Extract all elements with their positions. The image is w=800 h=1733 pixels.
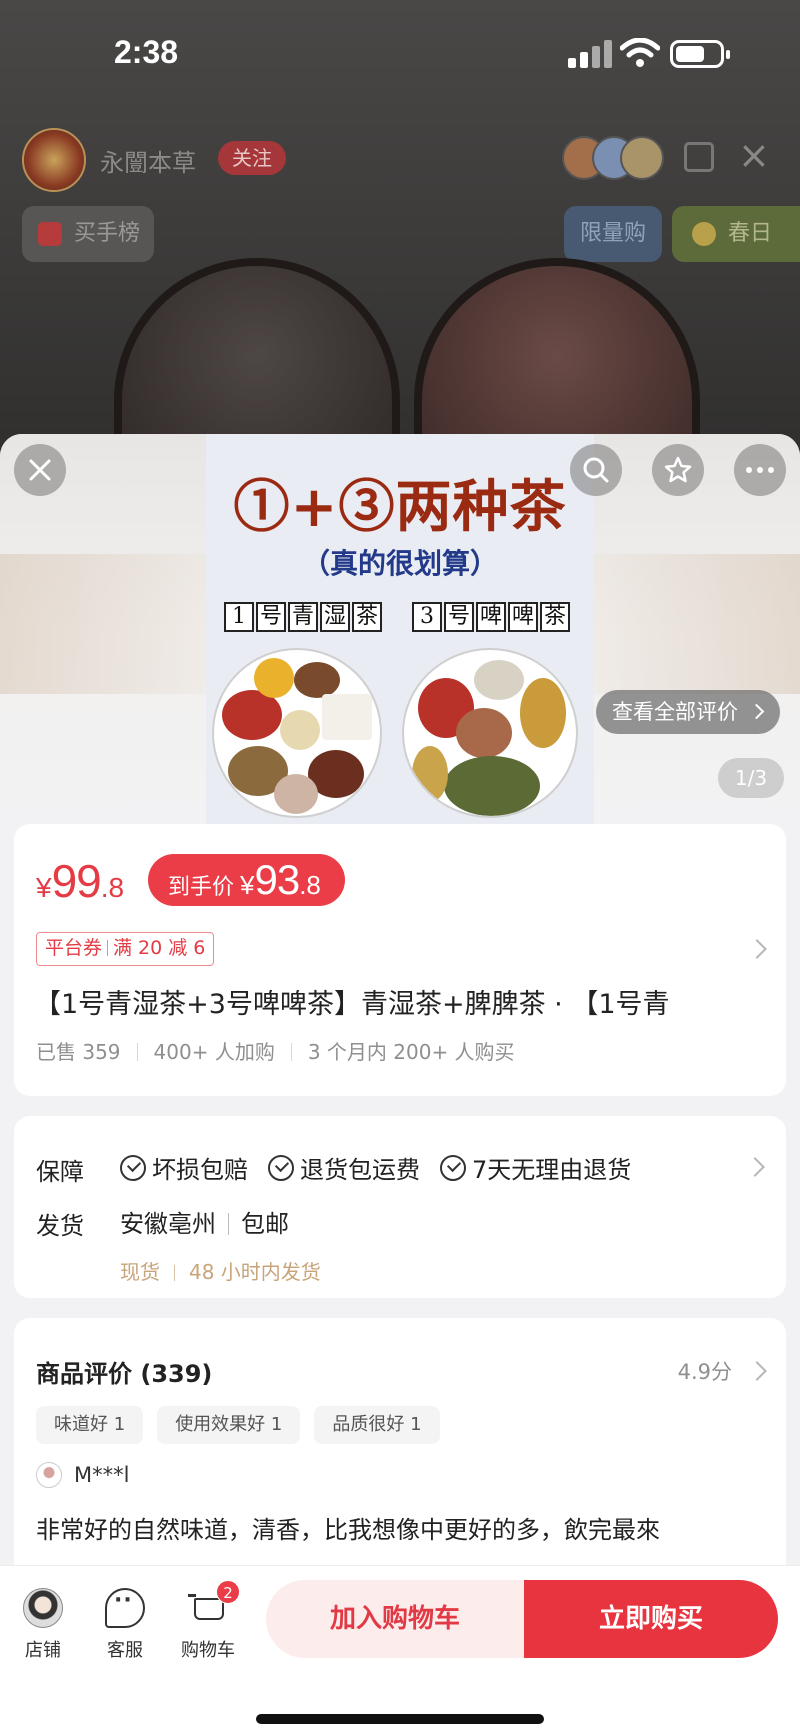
price-card: ¥99.8 到手价 ¥93.8 平台券满 20 减 6 【1号青湿茶+3号啤啤茶】…: [14, 824, 786, 1096]
gallery-page-indicator: 1/3: [718, 758, 784, 798]
shipping-info: 安徽亳州 包邮: [120, 1210, 289, 1238]
product-sheet: ①+③两种茶 （真的很划算） 1号青湿茶 3号啤啤茶 查看全部评价 1/3 ¥9…: [0, 434, 800, 1733]
product-title: 【1号青湿茶+3号啤啤茶】青湿茶+脾脾茶 · 【1号青: [34, 989, 670, 1020]
reviews-title: 商品评价 (339): [36, 1360, 213, 1388]
home-indicator[interactable]: [256, 1714, 544, 1724]
guarantee-item: 退货包运费: [268, 1150, 420, 1185]
store-icon: [23, 1588, 63, 1628]
favorite-button[interactable]: [652, 444, 704, 496]
buy-now-button[interactable]: 立即购买: [524, 1580, 778, 1658]
wifi-icon: [620, 38, 660, 67]
more-icon: [746, 467, 774, 473]
store-button[interactable]: 店铺: [8, 1588, 78, 1662]
cart-icon: 2: [188, 1580, 240, 1628]
more-button[interactable]: [734, 444, 786, 496]
search-icon: [583, 457, 609, 483]
right-tea-label: 3号啤啤茶: [412, 602, 572, 634]
platform-coupon[interactable]: 平台券满 20 减 6: [36, 932, 215, 966]
spring-tag[interactable]: 春日: [672, 206, 800, 262]
shop-avatar[interactable]: [22, 128, 86, 192]
product-image-headline: ①+③两种茶: [233, 474, 567, 540]
close-sheet-button[interactable]: [14, 444, 66, 496]
search-button[interactable]: [570, 444, 622, 496]
avatar: [36, 1462, 62, 1488]
review-tags: 味道好 1 使用效果好 1 品质很好 1: [36, 1406, 440, 1444]
follow-button[interactable]: 关注: [218, 141, 286, 175]
cellular-signal-icon: [568, 40, 612, 68]
chevron-right-icon[interactable]: [747, 939, 767, 959]
add-to-cart-button[interactable]: 加入购物车: [266, 1580, 524, 1658]
limited-tag[interactable]: 限量购: [564, 206, 662, 262]
sales-info: 已售 359 400+ 人加购 3 个月内 200+ 人购买: [36, 1040, 515, 1064]
close-icon[interactable]: ×: [738, 136, 770, 174]
review-tag[interactable]: 使用效果好 1: [157, 1406, 301, 1444]
review-text: 非常好的自然味道，清香，比我想像中更好的多，飲完最來: [36, 1516, 660, 1544]
star-icon: [664, 456, 692, 483]
original-price: ¥99.8: [36, 855, 125, 907]
shop-name[interactable]: 永闓本草: [100, 143, 196, 178]
check-icon: [268, 1154, 294, 1181]
product-image-subtitle: （真的很划算）: [301, 547, 498, 580]
cart-button[interactable]: 2 购物车: [172, 1580, 244, 1662]
reviews-score: 4.9分: [677, 1360, 732, 1384]
final-price-badge: 到手价 ¥93.8: [148, 854, 345, 906]
check-icon: [120, 1154, 146, 1181]
view-all-reviews-button[interactable]: 查看全部评价: [596, 690, 780, 734]
product-gallery[interactable]: ①+③两种茶 （真的很划算） 1号青湿茶 3号啤啤茶 查看全部评价 1/3: [0, 434, 800, 824]
close-icon: [29, 459, 51, 481]
guarantee-list: 坏损包赔 退货包运费 7天无理由退货: [120, 1150, 631, 1185]
float-window-icon[interactable]: [684, 142, 714, 172]
reviewer-name: M***l: [74, 1463, 130, 1487]
check-icon: [440, 1154, 466, 1181]
live-stream-background: 2:38 永闓本草 关注 × 买手榜 限量购 春日: [0, 0, 800, 470]
shipping-label: 发货: [36, 1212, 84, 1240]
cart-count-badge: 2: [216, 1580, 240, 1604]
service-card[interactable]: 保障 坏损包赔 退货包运费 7天无理由退货 发货 安徽亳州 包邮 现货 48 小时内…: [14, 1116, 786, 1298]
chevron-right-icon[interactable]: [745, 1157, 765, 1177]
status-bar: 2:38: [0, 0, 800, 110]
status-time: 2:38: [114, 34, 179, 70]
viewer-avatars[interactable]: [562, 136, 664, 182]
review-tag[interactable]: 品质很好 1: [314, 1406, 440, 1444]
review-tag[interactable]: 味道好 1: [36, 1406, 144, 1444]
rank-list-button[interactable]: 买手榜: [22, 206, 154, 262]
tea-bowl-right: [402, 648, 578, 818]
bottom-action-bar: 店铺 客服 2 购物车 加入购物车 立即购买: [0, 1565, 800, 1733]
reviewer: M***l: [36, 1462, 129, 1488]
product-image[interactable]: ①+③两种茶 （真的很划算） 1号青湿茶 3号啤啤茶: [206, 434, 594, 824]
guarantee-item: 坏损包赔: [120, 1150, 248, 1185]
chevron-right-icon[interactable]: [747, 1361, 767, 1381]
tea-bowl-left: [212, 648, 382, 818]
battery-icon: [670, 40, 730, 68]
chat-icon: [105, 1588, 145, 1628]
customer-service-button[interactable]: 客服: [90, 1588, 160, 1662]
left-tea-label: 1号青湿茶: [224, 602, 384, 634]
guarantee-item: 7天无理由退货: [440, 1150, 631, 1185]
guarantee-label: 保障: [36, 1158, 84, 1186]
stock-info: 现货 48 小时内发货: [120, 1260, 321, 1284]
